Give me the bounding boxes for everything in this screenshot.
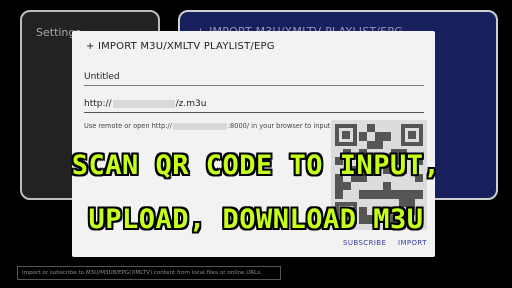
promo-caption-line-2: UPLOAD, DOWNLOAD M3U <box>88 204 424 235</box>
footer-hint: Import or subscribe to M3U/M3U8/EPG(XMLT… <box>17 266 281 280</box>
playlist-name-value: Untitled <box>84 72 120 82</box>
import-button[interactable]: IMPORT <box>398 239 427 247</box>
remote-input-hint: Use remote or open http:// :8000/ in your… <box>84 122 332 130</box>
subscribe-button[interactable]: SUBSCRIBE <box>343 239 386 247</box>
playlist-url-field[interactable]: http:// /z.m3u <box>84 95 424 113</box>
url-suffix: /z.m3u <box>175 99 207 109</box>
redacted-host <box>112 99 175 108</box>
promo-caption-line-1: SCAN QR CODE TO INPUT, <box>71 150 441 181</box>
hint-prefix: Use remote or open http:// <box>84 122 172 130</box>
url-prefix: http:// <box>84 99 112 109</box>
redacted-ip <box>172 122 227 130</box>
dialog-title: + IMPORT M3U/XMLTV PLAYLIST/EPG <box>86 41 275 52</box>
playlist-name-field[interactable]: Untitled <box>84 68 424 86</box>
hint-suffix: :8000/ in your browser to input. <box>227 122 333 130</box>
